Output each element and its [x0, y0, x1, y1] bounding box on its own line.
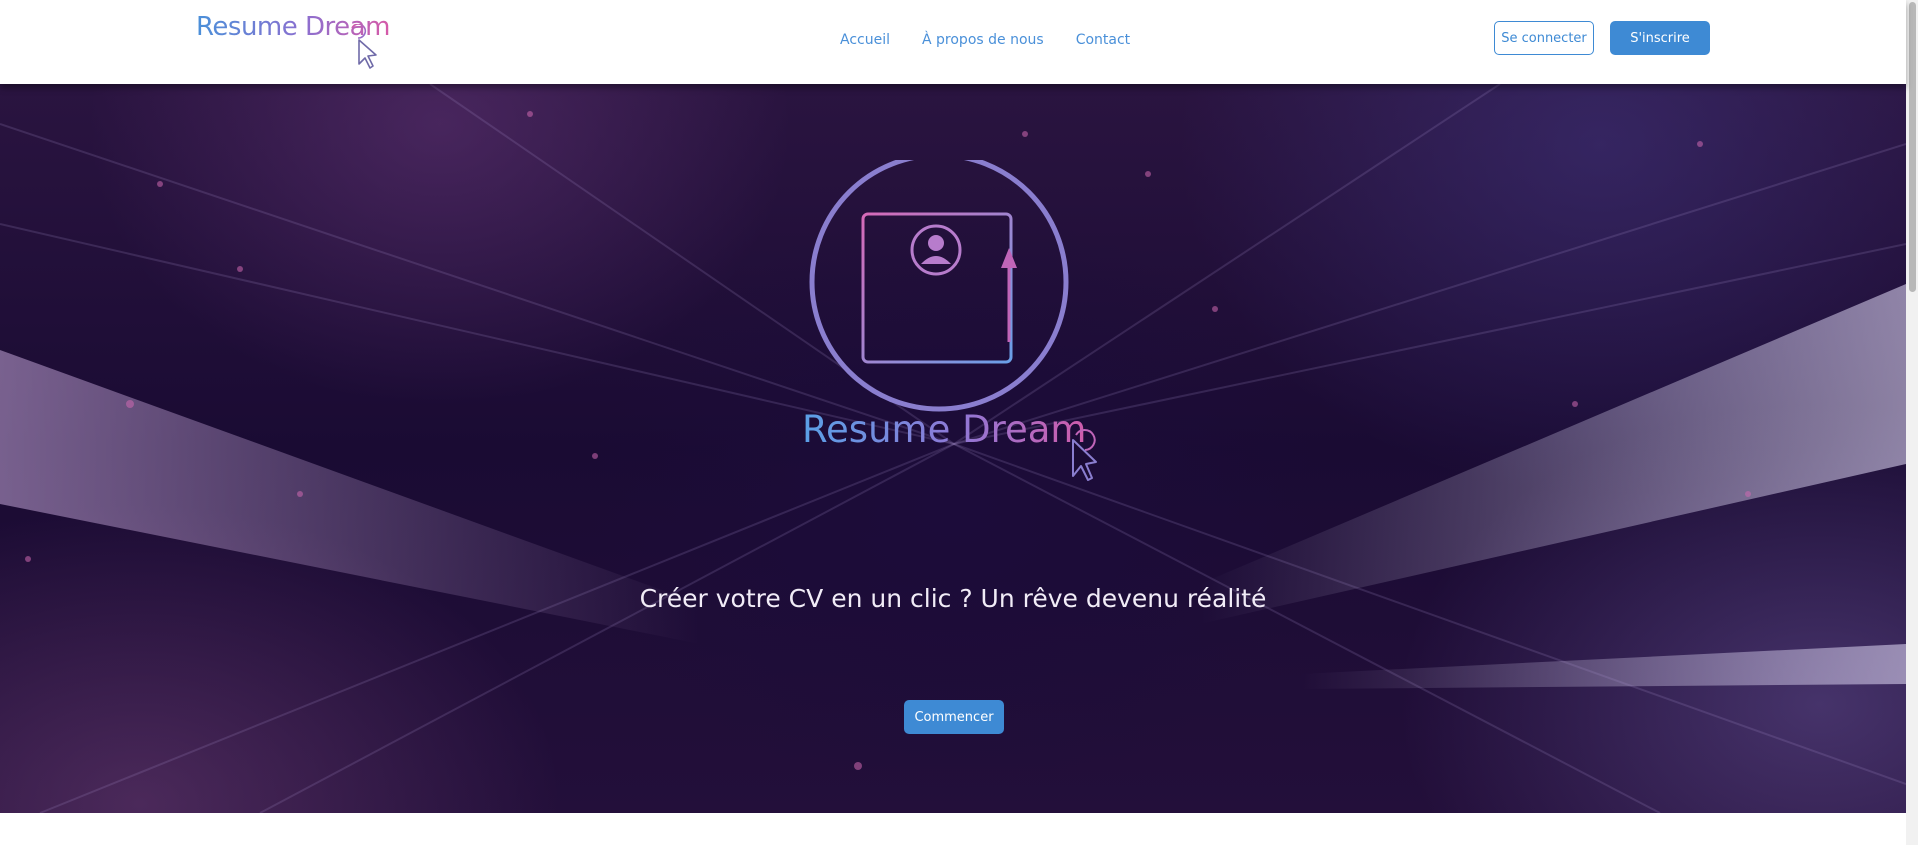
hero-logo-text: Resume Dream: [802, 408, 1086, 451]
login-button[interactable]: Se connecter: [1494, 21, 1594, 55]
hero-section: Resume Dream Créer votre CV en un clic ?…: [0, 84, 1906, 813]
scrollbar-thumb[interactable]: [1909, 2, 1916, 292]
top-navbar: Resume Dream Accueil À propos de nous Co…: [0, 0, 1906, 84]
page-scrollbar[interactable]: [1906, 0, 1918, 845]
nav-link-about[interactable]: À propos de nous: [922, 32, 1044, 48]
nav-link-contact[interactable]: Contact: [1076, 32, 1130, 48]
main-nav: Accueil À propos de nous Contact: [840, 32, 1130, 48]
hero-tagline: Créer votre CV en un clic ? Un rêve deve…: [639, 584, 1267, 613]
nav-link-accueil[interactable]: Accueil: [840, 32, 890, 48]
cursor-arrow-icon: [351, 24, 377, 69]
brand-logo-link[interactable]: Resume Dream: [196, 10, 390, 69]
arrow-up-icon: [1001, 248, 1017, 342]
start-button[interactable]: Commencer: [904, 700, 1004, 734]
signup-button[interactable]: S'inscrire: [1610, 21, 1710, 55]
hero-resume-logo: Resume Dream: [802, 160, 1097, 481]
user-avatar-icon: [910, 224, 962, 276]
